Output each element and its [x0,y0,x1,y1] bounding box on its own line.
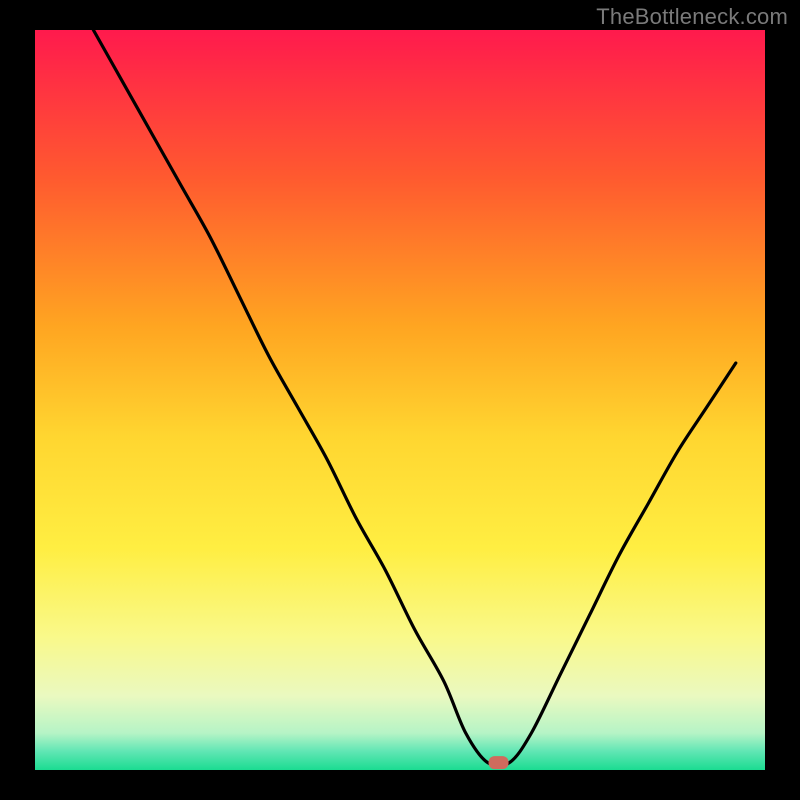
optimal-marker [489,756,509,769]
chart-container: TheBottleneck.com [0,0,800,800]
watermark-text: TheBottleneck.com [596,4,788,30]
bottleneck-chart [0,0,800,800]
plot-background [35,30,765,770]
